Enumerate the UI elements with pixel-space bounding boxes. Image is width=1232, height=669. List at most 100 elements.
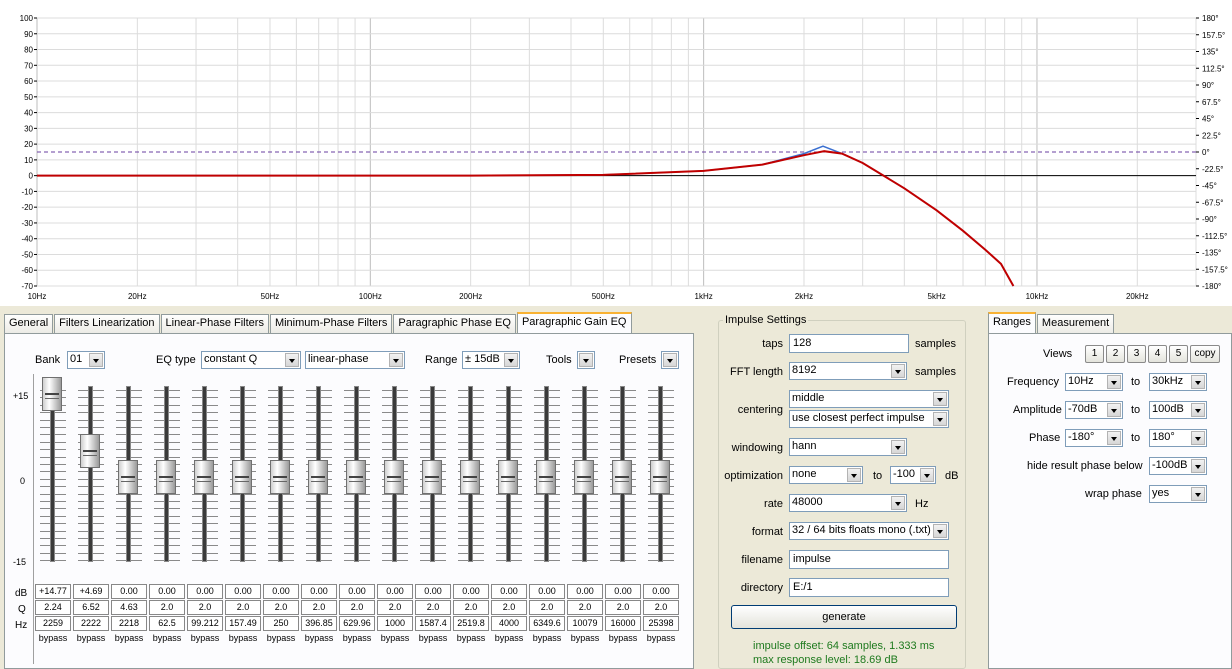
band-bypass-button[interactable]: bypass [149,633,185,643]
band-q-field[interactable]: 2.0 [415,600,451,615]
band-gain-field[interactable]: +4.69 [73,584,109,599]
fft-length-select[interactable]: 8192 [789,362,907,380]
tab-paragraphic-gain-eq[interactable]: Paragraphic Gain EQ [516,312,632,333]
band-bypass-button[interactable]: bypass [339,633,375,643]
generate-button[interactable]: generate [731,605,957,629]
band-bypass-button[interactable]: bypass [529,633,565,643]
bank-select[interactable]: 01 [67,351,105,369]
band-bypass-button[interactable]: bypass [73,633,109,643]
band-frequency-field[interactable]: 25398 [643,616,679,631]
slider-thumb[interactable] [308,460,328,494]
band-q-field[interactable]: 2.0 [529,600,565,615]
band-gain-field[interactable]: 0.00 [187,584,223,599]
band-bypass-button[interactable]: bypass [263,633,299,643]
amplitude-to-select[interactable]: 100dB [1149,401,1207,419]
band-q-field[interactable]: 2.0 [377,600,413,615]
slider-thumb[interactable] [194,460,214,494]
band-frequency-field[interactable]: 2222 [73,616,109,631]
band-bypass-button[interactable]: bypass [111,633,147,643]
band-gain-field[interactable]: 0.00 [339,584,375,599]
view-button-2[interactable]: 2 [1106,345,1125,363]
tools-menu-button[interactable] [577,351,595,369]
band-bypass-button[interactable]: bypass [187,633,223,643]
band-bypass-button[interactable]: bypass [35,633,71,643]
band-frequency-field[interactable]: 4000 [491,616,527,631]
slider-thumb[interactable] [460,460,480,494]
taps-input[interactable]: 128 [789,334,909,353]
slider-track[interactable] [88,386,93,562]
band-bypass-button[interactable]: bypass [301,633,337,643]
optimization-level-select[interactable]: -100 [890,466,936,484]
band-frequency-field[interactable]: 2259 [35,616,71,631]
band-q-field[interactable]: 4.63 [111,600,147,615]
band-bypass-button[interactable]: bypass [643,633,679,643]
filename-input[interactable]: impulse [789,550,949,569]
band-q-field[interactable]: 2.0 [149,600,185,615]
range-select[interactable]: ± 15dB [462,351,520,369]
slider-thumb[interactable] [422,460,442,494]
band-q-field[interactable]: 2.0 [643,600,679,615]
band-gain-field[interactable]: 0.00 [301,584,337,599]
tab-paragraphic-phase-eq[interactable]: Paragraphic Phase EQ [393,314,516,333]
band-q-field[interactable]: 2.0 [605,600,641,615]
band-gain-field[interactable]: 0.00 [643,584,679,599]
band-gain-field[interactable]: 0.00 [377,584,413,599]
frequency-from-select[interactable]: 10Hz [1065,373,1123,391]
band-frequency-field[interactable]: 157.49 [225,616,261,631]
band-frequency-field[interactable]: 2519.8 [453,616,489,631]
band-frequency-field[interactable]: 6349.6 [529,616,565,631]
band-frequency-field[interactable]: 250 [263,616,299,631]
band-q-field[interactable]: 2.0 [301,600,337,615]
copy-view-button[interactable]: copy [1190,345,1220,363]
band-frequency-field[interactable]: 1587.4 [415,616,451,631]
frequency-to-select[interactable]: 30kHz [1149,373,1207,391]
phase-to-select[interactable]: 180° [1149,429,1207,447]
band-frequency-field[interactable]: 16000 [605,616,641,631]
format-select[interactable]: 32 / 64 bits floats mono (.txt) [789,522,949,540]
rate-select[interactable]: 48000 [789,494,907,512]
band-q-field[interactable]: 2.0 [491,600,527,615]
band-gain-field[interactable]: 0.00 [529,584,565,599]
band-gain-field[interactable]: 0.00 [453,584,489,599]
slider-thumb[interactable] [346,460,366,494]
band-gain-field[interactable]: 0.00 [263,584,299,599]
band-bypass-button[interactable]: bypass [605,633,641,643]
phase-mode-select[interactable]: linear-phase [305,351,405,369]
slider-thumb[interactable] [232,460,252,494]
presets-menu-button[interactable] [661,351,679,369]
eq-type-select[interactable]: constant Q [201,351,301,369]
slider-thumb[interactable] [498,460,518,494]
frequency-response-plot[interactable]: 100 90 80 70 60 50 40 30 20 10 0 -10 -20 -30 -40 -50 -60… [0,0,1232,306]
band-q-field[interactable]: 2.0 [453,600,489,615]
view-button-5[interactable]: 5 [1169,345,1188,363]
band-bypass-button[interactable]: bypass [491,633,527,643]
centering-mode-select[interactable]: use closest perfect impulse [789,410,949,428]
view-button-4[interactable]: 4 [1148,345,1167,363]
band-bypass-button[interactable]: bypass [225,633,261,643]
band-gain-field[interactable]: 0.00 [567,584,603,599]
view-button-1[interactable]: 1 [1085,345,1104,363]
band-gain-field[interactable]: 0.00 [111,584,147,599]
tab-measurement[interactable]: Measurement [1036,314,1115,333]
band-frequency-field[interactable]: 10079 [567,616,603,631]
band-q-field[interactable]: 2.0 [187,600,223,615]
slider-track[interactable] [50,386,55,562]
band-frequency-field[interactable]: 99.212 [187,616,223,631]
band-gain-field[interactable]: +14.77 [35,584,71,599]
band-frequency-field[interactable]: 396.85 [301,616,337,631]
slider-thumb[interactable] [156,460,176,494]
directory-input[interactable]: E:/1 [789,578,949,597]
tab-filters-linearization[interactable]: Filters Linearization [54,314,160,333]
slider-thumb[interactable] [42,377,62,412]
tab-linear-phase-filters[interactable]: Linear-Phase Filters [160,314,269,333]
slider-thumb[interactable] [612,460,632,494]
band-q-field[interactable]: 2.0 [225,600,261,615]
band-bypass-button[interactable]: bypass [453,633,489,643]
tab-minimum-phase-filters[interactable]: Minimum-Phase Filters [269,314,393,333]
band-gain-field[interactable]: 0.00 [415,584,451,599]
band-q-field[interactable]: 6.52 [73,600,109,615]
band-q-field[interactable]: 2.0 [339,600,375,615]
slider-thumb[interactable] [574,460,594,494]
centering-select[interactable]: middle [789,390,949,408]
wrap-phase-select[interactable]: yes [1149,485,1207,503]
